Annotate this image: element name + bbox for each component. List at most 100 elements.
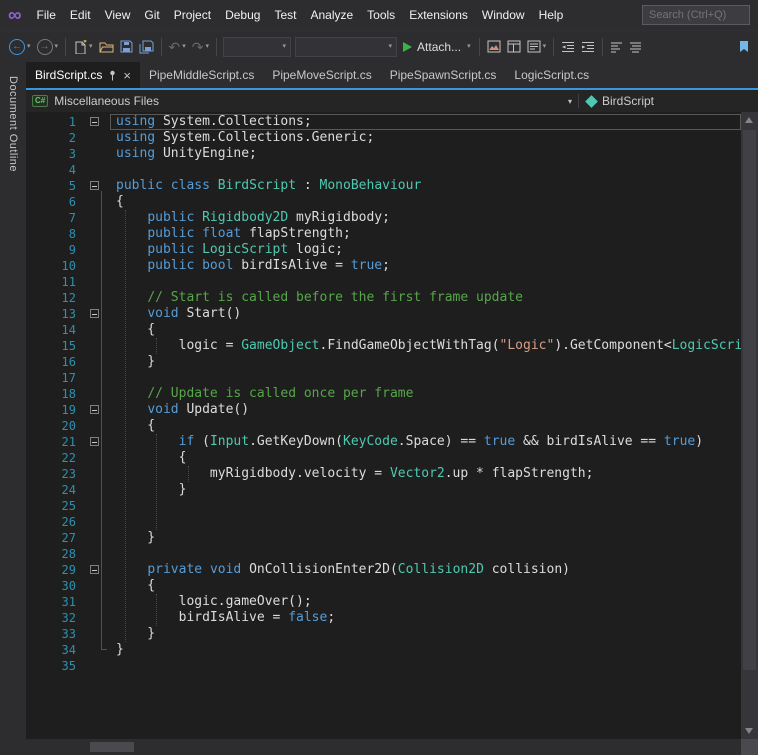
code-line[interactable]: 33 } bbox=[26, 626, 741, 642]
vertical-scrollbar-thumb[interactable] bbox=[743, 130, 756, 670]
code-text[interactable]: { bbox=[110, 450, 741, 466]
save-button[interactable] bbox=[117, 38, 136, 55]
code-line[interactable]: 28 bbox=[26, 546, 741, 562]
scroll-down-icon[interactable] bbox=[745, 728, 753, 734]
code-text[interactable]: } bbox=[110, 642, 741, 658]
code-line[interactable]: 26 bbox=[26, 514, 741, 530]
decrease-indent-button[interactable] bbox=[558, 39, 578, 55]
code-line[interactable]: 30 { bbox=[26, 578, 741, 594]
collapse-region-icon[interactable] bbox=[90, 117, 99, 126]
code-line[interactable]: 35 bbox=[26, 658, 741, 674]
code-line[interactable]: 6{ bbox=[26, 194, 741, 210]
code-text[interactable]: public class BirdScript : MonoBehaviour bbox=[110, 178, 741, 194]
code-text[interactable]: public float flapStrength; bbox=[110, 226, 741, 242]
navigate-forward-button[interactable]: → ▾ bbox=[34, 37, 62, 57]
code-line[interactable]: 16 } bbox=[26, 354, 741, 370]
code-line[interactable]: 2 using System.Collections.Generic; bbox=[26, 130, 741, 146]
code-text[interactable]: public LogicScript logic; bbox=[110, 242, 741, 258]
code-line[interactable]: 21 if (Input.GetKeyDown(KeyCode.Space) =… bbox=[26, 434, 741, 450]
save-all-button[interactable] bbox=[136, 38, 157, 56]
code-text[interactable] bbox=[110, 162, 741, 178]
code-text[interactable]: { bbox=[110, 418, 741, 434]
code-line[interactable]: 15 logic = GameObject.FindGameObjectWith… bbox=[26, 338, 741, 354]
uncomment-selection-button[interactable] bbox=[626, 39, 645, 55]
horizontal-scrollbar-thumb[interactable] bbox=[90, 742, 134, 752]
code-line[interactable]: 27 } bbox=[26, 530, 741, 546]
code-line[interactable]: 25 bbox=[26, 498, 741, 514]
code-line[interactable]: 20 { bbox=[26, 418, 741, 434]
code-text[interactable]: using UnityEngine; bbox=[110, 146, 741, 162]
code-text[interactable]: myRigidbody.velocity = Vector2.up * flap… bbox=[110, 466, 741, 482]
pin-icon[interactable] bbox=[108, 70, 117, 81]
menu-item-view[interactable]: View bbox=[98, 4, 138, 26]
code-line[interactable]: 4 bbox=[26, 162, 741, 178]
code-line[interactable]: 14 { bbox=[26, 322, 741, 338]
code-line[interactable]: 19 void Update() bbox=[26, 402, 741, 418]
platform-dropdown[interactable]: ▾ bbox=[295, 36, 398, 57]
collapse-region-icon[interactable] bbox=[90, 565, 99, 574]
solution-explorer-button[interactable] bbox=[504, 38, 524, 55]
increase-indent-button[interactable] bbox=[578, 39, 598, 55]
menu-item-edit[interactable]: Edit bbox=[63, 4, 98, 26]
code-text[interactable]: { bbox=[110, 322, 741, 338]
attach-to-unity-button[interactable]: Attach... ▾ bbox=[399, 38, 475, 56]
menu-item-help[interactable]: Help bbox=[532, 4, 571, 26]
fold-margin[interactable] bbox=[82, 434, 110, 450]
undo-button[interactable]: ↶ ▾ bbox=[166, 38, 189, 56]
menu-item-git[interactable]: Git bbox=[137, 4, 166, 26]
code-line[interactable]: 7 public Rigidbody2D myRigidbody; bbox=[26, 210, 741, 226]
navigate-back-button[interactable]: ← ▾ bbox=[6, 37, 34, 57]
code-line[interactable]: 31 logic.gameOver(); bbox=[26, 594, 741, 610]
comment-selection-button[interactable] bbox=[607, 39, 626, 55]
scroll-up-icon[interactable] bbox=[745, 117, 753, 123]
properties-window-button[interactable]: ▾ bbox=[524, 38, 550, 55]
code-text[interactable] bbox=[110, 498, 741, 514]
code-line[interactable]: 17 bbox=[26, 370, 741, 386]
menu-item-window[interactable]: Window bbox=[475, 4, 532, 26]
code-text[interactable]: using System.Collections; bbox=[110, 114, 741, 130]
fold-margin[interactable] bbox=[82, 402, 110, 418]
configuration-dropdown[interactable]: ▾ bbox=[223, 36, 292, 57]
tab-logicscript[interactable]: LogicScript.cs bbox=[505, 62, 598, 88]
menu-item-project[interactable]: Project bbox=[167, 4, 218, 26]
tab-pipemovescript[interactable]: PipeMoveScript.cs bbox=[263, 62, 380, 88]
code-line[interactable]: 3 using UnityEngine; bbox=[26, 146, 741, 162]
fold-margin[interactable] bbox=[82, 306, 110, 322]
code-text[interactable]: void Update() bbox=[110, 402, 741, 418]
code-text[interactable]: { bbox=[110, 194, 741, 210]
code-line[interactable]: 22 { bbox=[26, 450, 741, 466]
code-line[interactable]: 12 // Start is called before the first f… bbox=[26, 290, 741, 306]
code-text[interactable]: void Start() bbox=[110, 306, 741, 322]
code-text[interactable]: } bbox=[110, 482, 741, 498]
code-text[interactable]: logic.gameOver(); bbox=[110, 594, 741, 610]
code-editor[interactable]: 1 using System.Collections; 2 using System.… bbox=[26, 112, 741, 739]
redo-button[interactable]: ↷ ▾ bbox=[189, 38, 212, 56]
code-text[interactable]: } bbox=[110, 354, 741, 370]
code-text[interactable]: public bool birdIsAlive = true; bbox=[110, 258, 741, 274]
code-line[interactable]: 29 private void OnCollisionEnter2D(Colli… bbox=[26, 562, 741, 578]
tab-pipemiddlescript[interactable]: PipeMiddleScript.cs bbox=[140, 62, 263, 88]
code-line[interactable]: 1 using System.Collections; bbox=[26, 114, 741, 130]
code-text[interactable]: private void OnCollisionEnter2D(Collisio… bbox=[110, 562, 741, 578]
collapse-region-icon[interactable] bbox=[90, 437, 99, 446]
menu-item-tools[interactable]: Tools bbox=[360, 4, 402, 26]
code-line[interactable]: 34} bbox=[26, 642, 741, 658]
project-scope-dropdown[interactable]: C# Miscellaneous Files ▾ bbox=[26, 90, 578, 112]
fold-margin[interactable] bbox=[82, 114, 110, 130]
close-icon[interactable]: × bbox=[123, 69, 131, 82]
tab-pipespawnscript[interactable]: PipeSpawnScript.cs bbox=[381, 62, 506, 88]
menu-item-analyze[interactable]: Analyze bbox=[303, 4, 360, 26]
menu-item-file[interactable]: File bbox=[30, 4, 63, 26]
code-text[interactable] bbox=[110, 658, 741, 674]
tab-birdscript[interactable]: BirdScript.cs × bbox=[26, 62, 140, 88]
code-text[interactable]: birdIsAlive = false; bbox=[110, 610, 741, 626]
document-outline-tab[interactable]: Document Outline bbox=[7, 62, 19, 755]
type-member-dropdown[interactable]: BirdScript bbox=[579, 90, 662, 112]
bookmark-button[interactable] bbox=[736, 38, 752, 55]
code-line[interactable]: 18 // Update is called once per frame bbox=[26, 386, 741, 402]
code-line[interactable]: 10 public bool birdIsAlive = true; bbox=[26, 258, 741, 274]
code-text[interactable] bbox=[110, 546, 741, 562]
horizontal-scrollbar[interactable] bbox=[26, 739, 741, 755]
menu-item-extensions[interactable]: Extensions bbox=[402, 4, 475, 26]
code-text[interactable]: // Update is called once per frame bbox=[110, 386, 741, 402]
